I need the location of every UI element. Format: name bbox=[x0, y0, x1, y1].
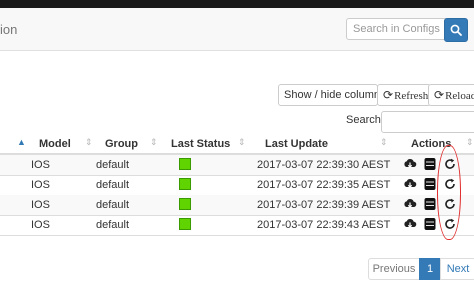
show-hide-columns-button[interactable]: Show / hide columns bbox=[278, 84, 386, 106]
cell-last-update: 2017-03-07 22:39:35 AEST bbox=[257, 179, 391, 191]
reload-icon: ⟳ bbox=[434, 88, 445, 102]
cloud-download-icon[interactable] bbox=[403, 157, 417, 171]
top-dark-bar bbox=[0, 0, 474, 8]
database-icon[interactable] bbox=[423, 177, 437, 191]
column-header-last-status[interactable]: Last Status bbox=[171, 138, 230, 150]
cell-group: default bbox=[96, 219, 130, 231]
annotation-circle bbox=[437, 145, 461, 240]
column-header-last-update[interactable]: Last Update bbox=[265, 138, 328, 150]
pagination-previous[interactable]: Previous bbox=[368, 258, 420, 280]
search-icon bbox=[450, 24, 462, 36]
sort-icon[interactable]: ⇕ bbox=[150, 137, 158, 148]
reload-button[interactable]: ⟳Reload bbox=[428, 84, 474, 106]
table-row: IOS default 2017-03-07 22:39:43 AEST bbox=[0, 215, 474, 236]
column-header-model[interactable]: Model bbox=[39, 138, 71, 150]
table-search-input[interactable] bbox=[381, 111, 474, 133]
config-search-input[interactable] bbox=[346, 18, 448, 40]
database-icon[interactable] bbox=[423, 217, 437, 231]
cell-group: default bbox=[96, 199, 130, 211]
cell-model: IOS bbox=[31, 159, 50, 171]
cell-group: default bbox=[96, 159, 130, 171]
status-indicator bbox=[179, 158, 191, 170]
sort-icon[interactable]: ⇕ bbox=[85, 137, 93, 148]
sort-icon[interactable]: ⇕ bbox=[466, 137, 474, 148]
refresh-button[interactable]: ⟳Refresh bbox=[377, 84, 431, 106]
cloud-download-icon[interactable] bbox=[403, 177, 417, 191]
cell-model: IOS bbox=[31, 179, 50, 191]
cell-last-update: 2017-03-07 22:39:43 AEST bbox=[257, 219, 391, 231]
table-row: IOS default 2017-03-07 22:39:30 AEST bbox=[0, 155, 474, 176]
refresh-label: Refresh bbox=[394, 90, 429, 102]
reload-label: Reload bbox=[445, 90, 474, 102]
status-indicator bbox=[179, 218, 191, 230]
cell-model: IOS bbox=[31, 219, 50, 231]
database-icon[interactable] bbox=[423, 197, 437, 211]
database-icon[interactable] bbox=[423, 157, 437, 171]
sort-icon[interactable]: ⇕ bbox=[380, 137, 388, 148]
sort-asc-icon[interactable]: ▲ bbox=[17, 137, 26, 147]
refresh-icon: ⟳ bbox=[383, 88, 394, 102]
cloud-download-icon[interactable] bbox=[403, 217, 417, 231]
status-indicator bbox=[179, 178, 191, 190]
sort-icon[interactable]: ⇕ bbox=[238, 137, 246, 148]
cell-group: default bbox=[96, 179, 130, 191]
status-indicator bbox=[179, 198, 191, 210]
cell-model: IOS bbox=[31, 199, 50, 211]
nav-title-fragment[interactable]: ion bbox=[0, 22, 17, 37]
pagination-page-1[interactable]: 1 bbox=[419, 258, 441, 280]
cell-last-update: 2017-03-07 22:39:39 AEST bbox=[257, 199, 391, 211]
table-row: IOS default 2017-03-07 22:39:39 AEST bbox=[0, 195, 474, 216]
navbar: ion bbox=[0, 8, 474, 51]
cloud-download-icon[interactable] bbox=[403, 197, 417, 211]
table-row: IOS default 2017-03-07 22:39:35 AEST bbox=[0, 175, 474, 196]
table-search-label: Search: bbox=[346, 114, 384, 126]
column-header-group[interactable]: Group bbox=[105, 138, 138, 150]
pagination-next[interactable]: Next bbox=[440, 258, 474, 280]
search-button[interactable] bbox=[444, 18, 468, 42]
cell-last-update: 2017-03-07 22:39:30 AEST bbox=[257, 159, 391, 171]
